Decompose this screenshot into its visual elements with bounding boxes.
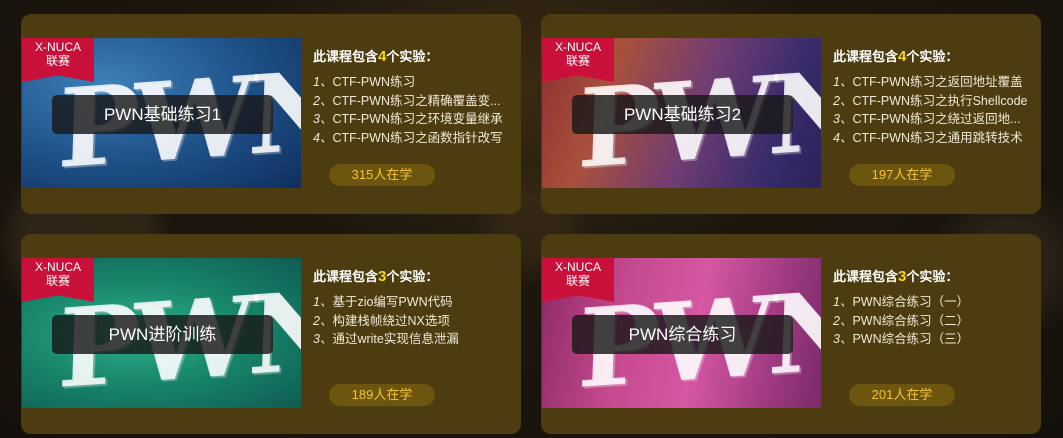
experiment-item[interactable]: 2、CTF-PWN练习之执行Shellcode [833, 92, 1033, 111]
item-label: 构建栈帧绕过NX选项 [332, 313, 450, 328]
item-index: 4、 [833, 130, 853, 145]
ribbon-line-1: X-NUCA [34, 260, 81, 274]
item-index: 2、 [833, 313, 853, 328]
course-title[interactable]: PWN进阶训练 [52, 315, 273, 354]
course-title[interactable]: PWN综合练习 [572, 315, 793, 354]
course-info: 此课程包含3个实验： 1、基于zio编写PWN代码 2、构建栈帧绕过NX选项 3… [313, 266, 513, 349]
item-index: 2、 [833, 93, 853, 108]
experiment-count-heading: 此课程包含3个实验： [313, 266, 513, 285]
course-thumbnail[interactable]: PWN X-NUCA 联赛 PWN基础练习2 [542, 38, 821, 188]
ribbon-line-1: X-NUCA [34, 40, 81, 54]
experiment-item[interactable]: 3、CTF-PWN练习之环境变量继承 [313, 110, 513, 129]
course-card: PWN X-NUCA 联赛 PWN进阶训练 此课程包含3个实验： 1、基于zio… [21, 234, 521, 434]
heading-suffix: 个实验： [386, 269, 439, 284]
item-label: CTF-PWN练习之精确覆盖变... [332, 93, 501, 108]
course-info: 此课程包含3个实验： 1、PWN综合练习（一） 2、PWN综合练习（二） 3、P… [833, 266, 1033, 349]
experiment-item[interactable]: 3、通过write实现信息泄漏 [313, 330, 513, 349]
ribbon-line-2: 联赛 [565, 274, 590, 288]
experiment-item[interactable]: 2、构建栈帧绕过NX选项 [313, 312, 513, 331]
heading-suffix: 个实验： [906, 49, 959, 64]
item-label: PWN综合练习（三） [852, 332, 970, 346]
item-index: 1、 [833, 75, 853, 89]
course-title[interactable]: PWN基础练习2 [572, 95, 793, 134]
item-label: PWN综合练习（二） [852, 313, 970, 328]
learners-count-badge: 201人在学 [849, 384, 955, 406]
experiment-item[interactable]: 1、基于zio编写PWN代码 [313, 293, 513, 312]
item-index: 4、 [313, 130, 333, 145]
item-index: 1、 [833, 295, 853, 309]
experiment-item[interactable]: 3、PWN综合练习（三） [833, 330, 1033, 349]
item-label: CTF-PWN练习之通用跳转技术 [852, 130, 1023, 145]
heading-prefix: 此课程包含 [833, 269, 899, 284]
experiment-item[interactable]: 1、CTF-PWN练习之返回地址覆盖 [833, 73, 1033, 92]
item-label: CTF-PWN练习之执行Shellcode [852, 93, 1028, 108]
experiment-list: 1、基于zio编写PWN代码 2、构建栈帧绕过NX选项 3、通过write实现信… [313, 293, 513, 349]
item-index: 3、 [833, 112, 853, 126]
experiment-count-heading: 此课程包含4个实验： [313, 46, 513, 65]
ribbon-line-2: 联赛 [565, 54, 590, 68]
experiment-item[interactable]: 3、CTF-PWN练习之绕过返回地... [833, 110, 1033, 129]
item-label: CTF-PWN练习 [332, 75, 416, 89]
learners-count-badge: 315人在学 [329, 164, 435, 186]
item-index: 1、 [313, 75, 333, 89]
ribbon-line-1: X-NUCA [554, 260, 601, 274]
experiment-item[interactable]: 4、CTF-PWN练习之通用跳转技术 [833, 129, 1033, 148]
course-card: PWN X-NUCA 联赛 PWN基础练习2 此课程包含4个实验： 1、CTF-… [541, 14, 1041, 214]
ribbon-line-1: X-NUCA [554, 40, 601, 54]
item-index: 2、 [313, 313, 333, 328]
experiment-count-heading: 此课程包含3个实验： [833, 266, 1033, 285]
item-label: 通过write实现信息泄漏 [332, 332, 459, 346]
xnuca-ribbon-badge: X-NUCA 联赛 [542, 258, 614, 302]
item-label: CTF-PWN练习之函数指针改写 [332, 130, 503, 145]
experiment-list: 1、PWN综合练习（一） 2、PWN综合练习（二） 3、PWN综合练习（三） [833, 293, 1033, 349]
experiment-list: 1、CTF-PWN练习之返回地址覆盖 2、CTF-PWN练习之执行Shellco… [833, 73, 1033, 147]
item-label: CTF-PWN练习之环境变量继承 [332, 112, 503, 126]
heading-prefix: 此课程包含 [313, 269, 379, 284]
item-index: 2、 [313, 93, 333, 108]
course-card: PWN X-NUCA 联赛 PWN综合练习 此课程包含3个实验： 1、PWN综合… [541, 234, 1041, 434]
experiment-item[interactable]: 1、CTF-PWN练习 [313, 73, 513, 92]
item-index: 3、 [833, 332, 853, 346]
course-thumbnail[interactable]: PWN X-NUCA 联赛 PWN综合练习 [542, 258, 821, 408]
heading-prefix: 此课程包含 [833, 49, 899, 64]
item-label: 基于zio编写PWN代码 [332, 295, 453, 309]
item-label: CTF-PWN练习之绕过返回地... [852, 112, 1021, 126]
learners-count-badge: 197人在学 [849, 164, 955, 186]
ribbon-line-2: 联赛 [45, 274, 70, 288]
item-label: PWN综合练习（一） [852, 295, 970, 309]
heading-suffix: 个实验： [906, 269, 959, 284]
course-title[interactable]: PWN基础练习1 [52, 95, 273, 134]
experiment-count-heading: 此课程包含4个实验： [833, 46, 1033, 65]
course-thumbnail[interactable]: PWN X-NUCA 联赛 PWN进阶训练 [22, 258, 301, 408]
item-label: CTF-PWN练习之返回地址覆盖 [852, 75, 1023, 89]
xnuca-ribbon-badge: X-NUCA 联赛 [542, 38, 614, 82]
experiment-list: 1、CTF-PWN练习 2、CTF-PWN练习之精确覆盖变... 3、CTF-P… [313, 73, 513, 147]
heading-prefix: 此课程包含 [313, 49, 379, 64]
course-thumbnail[interactable]: PWN X-NUCA 联赛 PWN基础练习1 [22, 38, 301, 188]
item-index: 3、 [313, 332, 333, 346]
experiment-item[interactable]: 4、CTF-PWN练习之函数指针改写 [313, 129, 513, 148]
heading-suffix: 个实验： [386, 49, 439, 64]
ribbon-line-2: 联赛 [45, 54, 70, 68]
experiment-item[interactable]: 2、PWN综合练习（二） [833, 312, 1033, 331]
experiment-item[interactable]: 1、PWN综合练习（一） [833, 293, 1033, 312]
learners-count-badge: 189人在学 [329, 384, 435, 406]
experiment-item[interactable]: 2、CTF-PWN练习之精确覆盖变... [313, 92, 513, 111]
item-index: 1、 [313, 295, 333, 309]
xnuca-ribbon-badge: X-NUCA 联赛 [22, 258, 94, 302]
course-card: PWN X-NUCA 联赛 PWN基础练习1 此课程包含4个实验： 1、CTF-… [21, 14, 521, 214]
course-info: 此课程包含4个实验： 1、CTF-PWN练习 2、CTF-PWN练习之精确覆盖变… [313, 46, 513, 147]
course-info: 此课程包含4个实验： 1、CTF-PWN练习之返回地址覆盖 2、CTF-PWN练… [833, 46, 1033, 147]
xnuca-ribbon-badge: X-NUCA 联赛 [22, 38, 94, 82]
item-index: 3、 [313, 112, 333, 126]
